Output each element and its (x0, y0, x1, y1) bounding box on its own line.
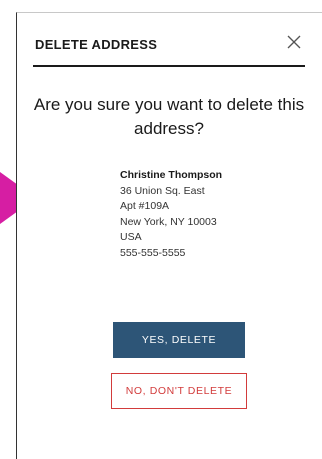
no-dont-delete-button[interactable]: NO, DON'T DELETE (111, 373, 247, 409)
address-country: USA (120, 231, 142, 243)
close-icon[interactable] (285, 33, 303, 51)
dialog-header: DELETE ADDRESS (33, 31, 305, 67)
address-phone: 555-555-5555 (120, 246, 186, 259)
address-block: Christine Thompson 36 Union Sq. East Apt… (120, 168, 222, 261)
delete-address-dialog: DELETE ADDRESS Are you sure you want to … (16, 12, 322, 459)
address-line2: Apt #109A (120, 200, 170, 212)
confirmation-question: Are you sure you want to delete this add… (33, 95, 305, 138)
yes-delete-button[interactable]: YES, DELETE (113, 322, 245, 358)
dialog-title: DELETE ADDRESS (35, 37, 158, 52)
address-city-state-zip: New York, NY 10003 (120, 215, 217, 228)
address-line1: 36 Union Sq. East (120, 184, 205, 197)
address-name: Christine Thompson (120, 169, 223, 181)
screen: DELETE ADDRESS Are you sure you want to … (0, 0, 322, 459)
